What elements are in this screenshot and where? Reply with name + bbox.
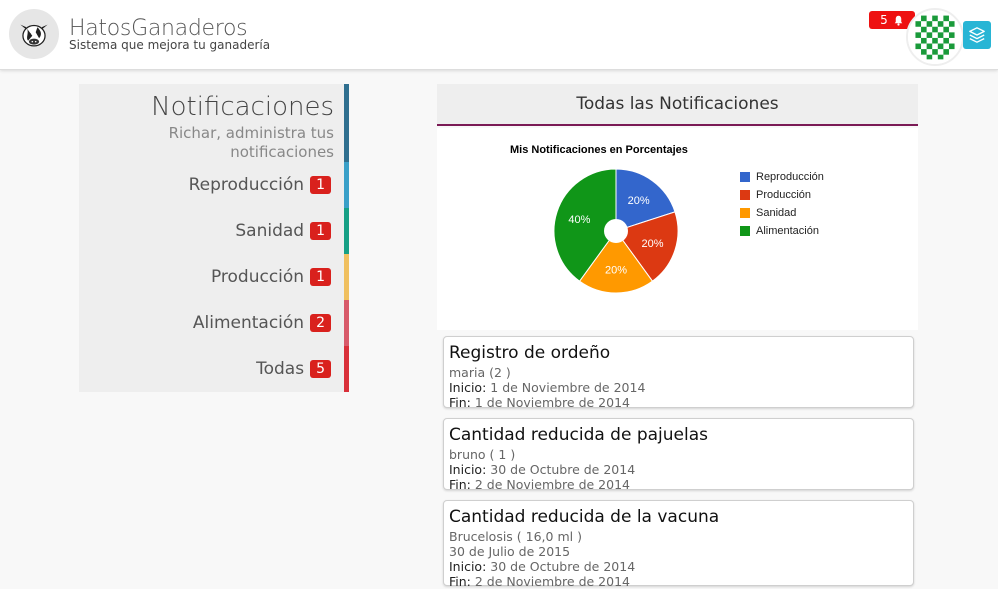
legend-label: Sanidad (756, 207, 797, 219)
top-header: HatosGanaderos Sistema que mejora tu gan… (0, 0, 998, 70)
sidebar-subtitle: Richar, administra tus notificaciones (168, 124, 334, 161)
pie-slice-label: 20% (605, 264, 627, 276)
notifications-sidebar: Notificaciones Richar, administra tus no… (79, 84, 349, 392)
notification-card[interactable]: Registro de ordeño maria (2 ) Inicio: 1 … (443, 336, 914, 410)
legend-swatch (740, 208, 750, 218)
sidebar-item-color-bar (344, 300, 349, 346)
notification-card[interactable]: Cantidad reducida de pajuelas bruno ( 1 … (443, 418, 914, 492)
layers-button[interactable] (963, 21, 991, 49)
end-value: 2 de Noviembre de 2014 (470, 574, 630, 589)
sidebar-item-todas[interactable]: Todas 5 (79, 346, 344, 392)
legend-item[interactable]: Alimentación (740, 222, 824, 240)
end-label: Fin: (449, 395, 471, 410)
sidebar-title: Notificaciones (151, 92, 334, 122)
start-label: Inicio: (449, 462, 487, 477)
count-badge: 2 (310, 314, 331, 332)
count-badge: 1 (310, 268, 331, 286)
start-label: Inicio: (449, 380, 487, 395)
sidebar-item-color-bar (344, 254, 349, 300)
notification-subtitle: bruno ( 1 ) (449, 447, 516, 462)
notification-card[interactable]: Cantidad reducida de la vacuna Brucelosi… (443, 500, 914, 589)
notification-start: Inicio: 30 de Octubre de 2014 (449, 462, 908, 477)
end-value: 1 de Noviembre de 2014 (470, 395, 630, 410)
end-label: Fin: (449, 477, 471, 492)
notifications-chart: Mis Notificaciones en Porcentajes 20% 20%… (437, 128, 918, 330)
count-badge: 1 (310, 176, 331, 194)
sidebar-accent-bar (344, 84, 349, 162)
legend-label: Reproducción (756, 171, 824, 183)
legend-item[interactable]: Producción (740, 186, 824, 204)
sidebar-item-label: Todas (256, 359, 305, 379)
sidebar-item-alimentacion[interactable]: Alimentación 2 (79, 300, 344, 346)
legend-label: Alimentación (756, 225, 819, 237)
sidebar-item-color-bar (344, 162, 349, 208)
start-value: 30 de Octubre de 2014 (486, 559, 636, 574)
notification-end: Fin: 2 de Noviembre de 2014 (449, 574, 908, 589)
notification-subtitle: Brucelosis ( 16,0 ml ) (449, 529, 582, 544)
pie-slice-label: 20% (628, 195, 650, 207)
start-value: 1 de Noviembre de 2014 (486, 380, 646, 395)
notification-end: Fin: 1 de Noviembre de 2014 (449, 395, 908, 410)
legend-swatch (740, 190, 750, 200)
sidebar-item-label: Reproducción (188, 175, 305, 195)
notification-title: Registro de ordeño (449, 343, 611, 363)
notification-start: Inicio: 1 de Noviembre de 2014 (449, 380, 908, 395)
end-value: 2 de Noviembre de 2014 (470, 477, 630, 492)
start-label: Inicio: (449, 559, 487, 574)
legend-item[interactable]: Sanidad (740, 204, 824, 222)
end-label: Fin: (449, 574, 471, 589)
pie-slice-label: 40% (568, 214, 590, 226)
layers-icon (969, 27, 985, 43)
notification-date: 30 de Julio de 2015 (449, 544, 571, 559)
notification-end: Fin: 2 de Noviembre de 2014 (449, 477, 908, 492)
notification-title: Cantidad reducida de pajuelas (449, 425, 708, 445)
all-notifications-header: Todas las Notificaciones (437, 84, 918, 126)
sidebar-item-sanidad[interactable]: Sanidad 1 (79, 208, 344, 254)
pie-slice-label: 20% (642, 238, 664, 250)
panel-title: Todas las Notificaciones (576, 94, 779, 114)
sidebar-item-reproduccion[interactable]: Reproducción 1 (79, 162, 344, 208)
sidebar-item-color-bar (344, 346, 349, 392)
sidebar-item-label: Sanidad (235, 221, 305, 241)
notification-subtitle: maria (2 ) (449, 365, 511, 380)
count-badge: 1 (310, 222, 331, 240)
pie-center-hole (604, 219, 628, 243)
count-badge: 5 (310, 360, 331, 378)
sidebar-item-label: Alimentación (192, 313, 305, 333)
legend-swatch (740, 226, 750, 236)
sidebar-item-label: Producción (210, 267, 305, 287)
pie-chart: 20% 20% 20% 40% (553, 168, 679, 294)
logo[interactable] (9, 9, 59, 59)
sidebar-item-color-bar (344, 208, 349, 254)
notification-start: Inicio: 30 de Octubre de 2014 (449, 559, 908, 574)
notification-title: Cantidad reducida de la vacuna (449, 507, 720, 527)
cow-icon (20, 24, 48, 47)
legend-item[interactable]: Reproducción (740, 168, 824, 186)
user-avatar[interactable] (906, 8, 964, 66)
notification-count: 5 (880, 13, 888, 27)
brand-subtitle: Sistema que mejora tu ganadería (69, 38, 271, 52)
start-value: 30 de Octubre de 2014 (486, 462, 636, 477)
legend-label: Producción (756, 189, 812, 201)
sidebar-item-produccion[interactable]: Producción 1 (79, 254, 344, 300)
legend-swatch (740, 172, 750, 182)
avatar-pattern-icon (908, 10, 962, 64)
chart-legend: Reproducción Producción Sanidad Alimentació… (740, 168, 824, 240)
bell-icon (894, 15, 903, 26)
